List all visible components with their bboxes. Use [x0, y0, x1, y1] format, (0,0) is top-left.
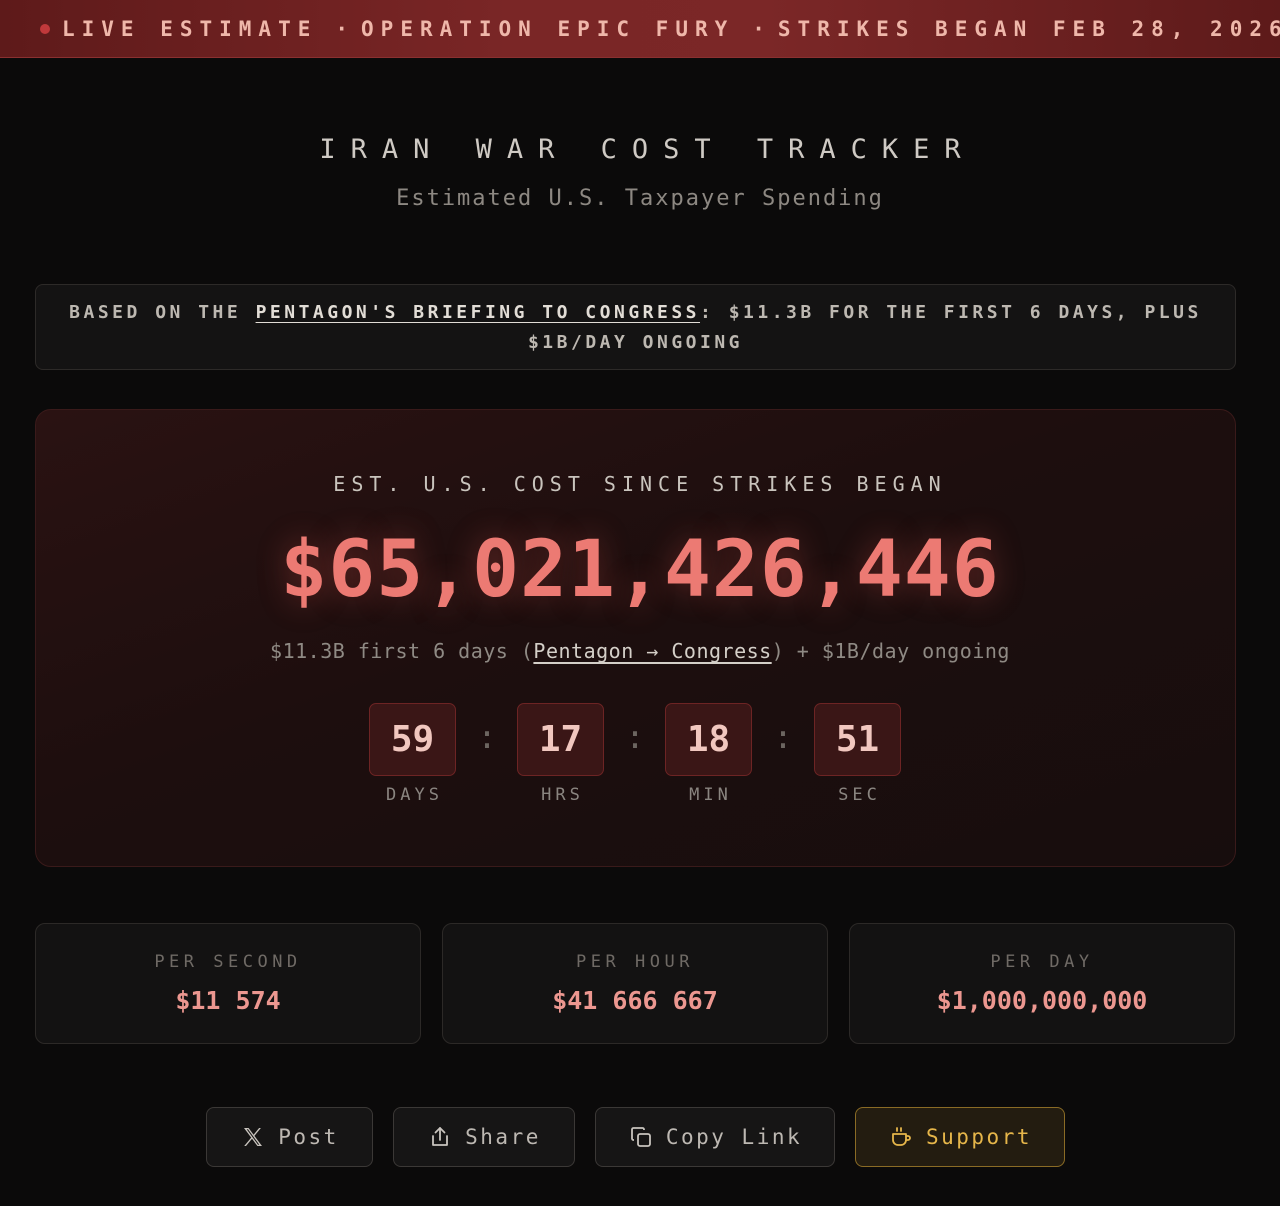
- timer-days-label: DAYS: [386, 785, 443, 805]
- timer-seconds: 51: [814, 703, 901, 776]
- rate-value: $1,000,000,000: [936, 986, 1148, 1015]
- cost-breakdown: $11.3B first 6 days (Pentagon → Congress…: [0, 639, 1280, 663]
- rate-card-per-day: PER DAY $1,000,000,000: [849, 923, 1235, 1044]
- banner-separator: ·: [752, 16, 772, 41]
- timer-days: 59: [369, 703, 456, 776]
- live-dot-icon: [40, 23, 50, 34]
- timer-hours-label: HRS: [541, 785, 584, 805]
- timer-minutes-label: MIN: [689, 785, 732, 805]
- timer-colon: :: [625, 718, 645, 756]
- post-label: Post: [278, 1125, 339, 1149]
- share-label: Share: [465, 1125, 541, 1149]
- rate-card-per-hour: PER HOUR $41 666 667: [442, 923, 828, 1044]
- page-title: IRAN WAR COST TRACKER: [319, 134, 976, 165]
- timer-colon: :: [477, 718, 497, 756]
- copy-icon: [628, 1124, 654, 1150]
- breakdown-prefix: $11.3B first 6 days (: [270, 639, 534, 663]
- timer-minutes: 18: [665, 703, 752, 776]
- notice-suffix: : $11.3B FOR THE FIRST 6 DAYS, PLUS: [700, 302, 1202, 323]
- breakdown-suffix: ) + $1B/day ongoing: [771, 639, 1010, 663]
- source-notice: BASED ON THE PENTAGON'S BRIEFING TO CONG…: [35, 284, 1236, 370]
- timer-seconds-label: SEC: [838, 785, 881, 805]
- notice-prefix: BASED ON THE: [69, 302, 242, 323]
- copy-link-label: Copy Link: [665, 1125, 803, 1149]
- banner-live-label: LIVE ESTIMATE: [62, 16, 318, 41]
- support-button[interactable]: Support: [855, 1107, 1065, 1167]
- timer-hours: 17: [517, 703, 604, 776]
- pentagon-congress-link[interactable]: Pentagon → Congress: [533, 639, 771, 663]
- x-logo-icon: [240, 1124, 266, 1150]
- rate-card-per-second: PER SECOND $11 574: [35, 923, 421, 1044]
- page-subtitle: Estimated U.S. Taxpayer Spending: [396, 186, 884, 211]
- pentagon-briefing-link[interactable]: PENTAGON'S BRIEFING TO CONGRESS: [256, 302, 700, 323]
- rate-label: PER HOUR: [576, 952, 694, 972]
- banner-strikes-date: STRIKES BEGAN FEB 28, 2026: [777, 16, 1280, 41]
- share-icon: [427, 1124, 453, 1150]
- rate-value: $11 574: [175, 986, 281, 1015]
- notice-line2: $1B/DAY ONGOING: [527, 332, 744, 353]
- cost-label: EST. U.S. COST SINCE STRIKES BEGAN: [333, 472, 947, 496]
- copy-link-button[interactable]: Copy Link: [595, 1107, 835, 1167]
- banner-separator: ·: [335, 16, 356, 41]
- post-button[interactable]: Post: [206, 1107, 373, 1167]
- coffee-cup-icon: [888, 1124, 914, 1150]
- rate-label: PER DAY: [990, 952, 1094, 972]
- rate-label: PER SECOND: [154, 952, 302, 972]
- support-label: Support: [925, 1125, 1032, 1149]
- share-button[interactable]: Share: [393, 1107, 575, 1167]
- rate-value: $41 666 667: [552, 986, 718, 1015]
- total-cost: $65,021,426,446: [280, 525, 1000, 615]
- top-banner: LIVE ESTIMATE · OPERATION EPIC FURY · ST…: [0, 0, 1280, 58]
- timer-colon: :: [773, 718, 793, 756]
- banner-operation: OPERATION EPIC FURY: [361, 16, 735, 41]
